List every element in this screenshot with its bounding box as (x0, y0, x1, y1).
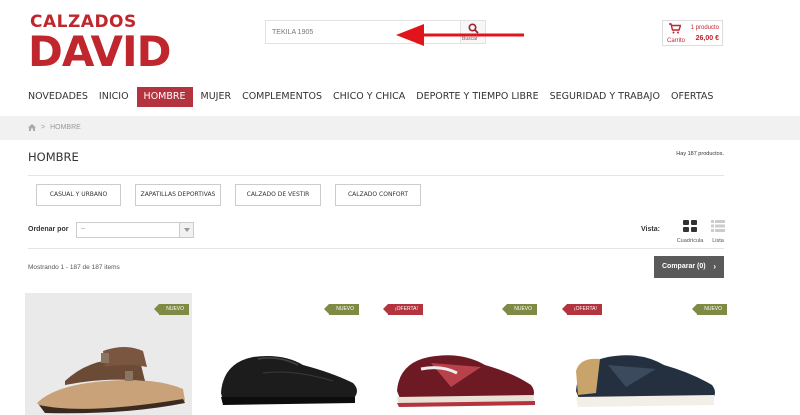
sort-label: Ordenar por (28, 226, 69, 233)
breadcrumb-current: HOMBRE (50, 124, 81, 131)
nav-item-complementos[interactable]: COMPLEMENTOS (239, 87, 325, 107)
compare-label: Comparar (0) (662, 263, 706, 270)
product-badge: NUEVO (502, 304, 537, 315)
main-nav: NOVEDADES INICIO HOMBRE MUJER COMPLEMENT… (25, 87, 721, 107)
product-badge: NUEVO (692, 304, 727, 315)
view-label: Vista: (641, 226, 660, 233)
list-icon (711, 220, 725, 232)
product-badge: ¡OFERTA! (383, 304, 423, 315)
product-badge: ¡OFERTA! (562, 304, 602, 315)
product-card[interactable]: ¡OFERTA! NUEVO (381, 293, 548, 415)
cart-count: 1 producto (690, 25, 719, 31)
breadcrumb: > HOMBRE (28, 124, 81, 131)
nav-item-mujer[interactable]: MUJER (198, 87, 235, 107)
cart-total: 26,00 € (695, 35, 719, 42)
sort-dropdown-button[interactable] (179, 223, 193, 237)
grid-icon (683, 220, 697, 232)
subcategory-list: CASUAL Y URBANO ZAPATILLAS DEPORTIVAS CA… (36, 184, 435, 206)
subcategory-vestir[interactable]: CALZADO DE VESTIR (235, 184, 321, 206)
nav-item-seguridad[interactable]: SEGURIDAD Y TRABAJO (547, 87, 663, 107)
product-card[interactable]: NUEVO (203, 293, 370, 415)
breadcrumb-separator-icon: > (41, 124, 46, 131)
showing-count: Mostrando 1 - 187 de 187 items (28, 264, 120, 271)
nav-item-chico-y-chica[interactable]: CHICO Y CHICA (330, 87, 408, 107)
sort-select[interactable]: -- (76, 222, 194, 238)
home-icon[interactable] (28, 124, 36, 131)
subcategory-zapatillas[interactable]: ZAPATILLAS DEPORTIVAS (135, 184, 221, 206)
divider (28, 248, 724, 249)
nav-item-hombre[interactable]: HOMBRE (136, 87, 193, 107)
nav-item-ofertas[interactable]: OFERTAS (668, 87, 716, 107)
cart-label: Carrito (667, 38, 686, 44)
product-count: Hay 187 productos. (676, 151, 724, 157)
compare-button[interactable]: Comparar (0) › (654, 256, 724, 278)
cart-icon (669, 23, 681, 34)
chevron-down-icon (184, 228, 190, 232)
divider (28, 175, 724, 176)
subcategory-casual[interactable]: CASUAL Y URBANO (36, 184, 121, 206)
breadcrumb-bar: > HOMBRE (0, 116, 800, 140)
product-card[interactable]: NUEVO (25, 293, 192, 415)
chevron-right-icon: › (713, 262, 716, 271)
nav-item-novedades[interactable]: NOVEDADES (25, 87, 91, 107)
view-grid-label: Cuadrícula (676, 238, 704, 244)
brand-logo[interactable]: CALZADOS DAVID (28, 12, 180, 76)
product-card[interactable]: ¡OFERTA! NUEVO (560, 293, 727, 415)
product-badge: NUEVO (324, 304, 359, 315)
cart-widget[interactable]: Carrito 1 producto 26,00 € (662, 20, 723, 46)
view-list-button[interactable]: Lista (708, 219, 728, 245)
sort-value: -- (81, 226, 85, 232)
product-badge: NUEVO (154, 304, 189, 315)
page-title: HOMBRE (28, 150, 79, 164)
view-list-label: Lista (712, 238, 724, 244)
nav-item-inicio[interactable]: INICIO (96, 87, 132, 107)
annotation-arrow-icon (396, 24, 524, 46)
logo-line-2: DAVID (28, 27, 172, 76)
nav-item-deporte[interactable]: DEPORTE Y TIEMPO LIBRE (413, 87, 541, 107)
view-grid-button[interactable]: Cuadrícula (675, 219, 705, 245)
subcategory-confort[interactable]: CALZADO CONFORT (335, 184, 421, 206)
